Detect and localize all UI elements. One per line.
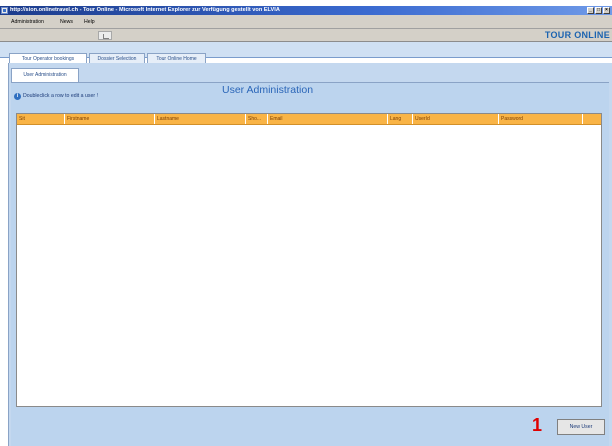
main-tab-strip: Tour Operator bookings Dossier Selection… [0,42,612,64]
window-title: http://sion.onlinetravel.ch - Tour Onlin… [10,7,280,13]
tab-user-administration[interactable]: User Administration [11,68,79,82]
column-header-lastname[interactable]: Lastname [155,114,246,124]
grid-header: Sit Firstname Lastname Sho... Email Lang… [17,114,601,125]
new-user-button[interactable]: New User [557,419,605,435]
column-header-firstname[interactable]: Firstname [65,114,155,124]
toolbar: TOUR ONLINE [0,29,612,42]
page-title: User Administration [222,84,314,96]
browser-icon [1,7,8,14]
hint-text: Doubleclick a row to edit a user ! [23,93,98,99]
column-header-password[interactable]: Password [499,114,583,124]
brand-logo: TOUR ONLINE [544,30,610,40]
info-icon: i [14,92,21,100]
annotation-number: 1 [532,415,543,435]
user-grid[interactable]: Sit Firstname Lastname Sho... Email Lang… [16,113,602,407]
column-header-short[interactable]: Sho... [246,114,268,124]
menu-item-news[interactable]: News [60,19,73,25]
minimize-icon[interactable]: _ [587,7,594,14]
menu-bar: Administration News Help [0,15,612,29]
close-icon[interactable]: × [603,7,610,14]
toolbar-button-icon[interactable] [98,31,112,40]
column-header-userid[interactable]: UserId [413,114,499,124]
column-header-email[interactable]: Email [268,114,388,124]
column-header-sit[interactable]: Sit [17,114,65,124]
window-controls: _ □ × [587,7,610,14]
menu-item-administration[interactable]: Administration [11,19,44,25]
window-title-bar: http://sion.onlinetravel.ch - Tour Onlin… [0,6,612,15]
maximize-icon[interactable]: □ [595,7,602,14]
column-header-lang[interactable]: Lang [388,114,413,124]
hint: i Doubleclick a row to edit a user ! [14,91,98,101]
menu-item-help[interactable]: Help [84,19,95,25]
